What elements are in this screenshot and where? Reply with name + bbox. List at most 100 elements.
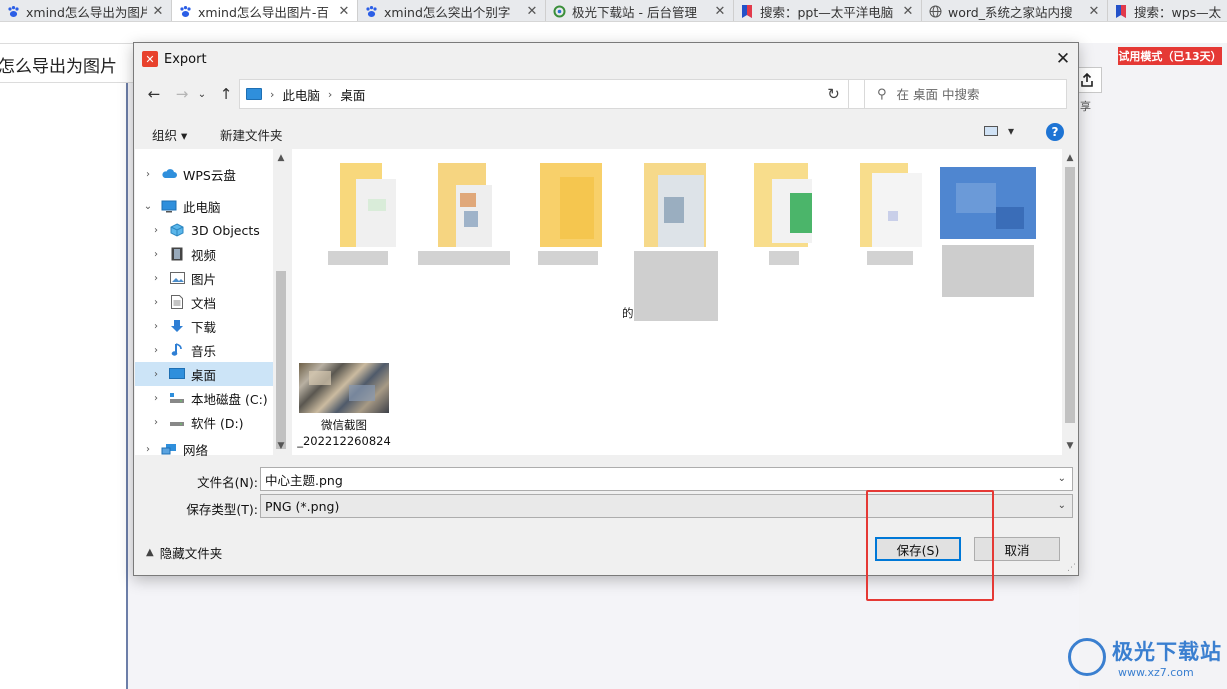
network-icon <box>161 442 177 456</box>
drive-d-icon <box>169 415 185 429</box>
tab-close-icon[interactable]: ✕ <box>1087 4 1101 19</box>
tab-close-icon[interactable]: ✕ <box>713 4 727 19</box>
chevron-right-icon[interactable]: › <box>149 273 163 284</box>
nav-scrollbar[interactable]: ▲ ▼ <box>273 149 289 455</box>
image-thumbnail <box>940 163 1036 247</box>
file-item[interactable]: 的 <box>622 163 724 321</box>
search-input[interactable] <box>896 86 1047 102</box>
refresh-button[interactable]: ↻ <box>819 79 849 109</box>
filetype-value: PNG (*.png) <box>265 498 340 514</box>
file-item[interactable] <box>736 163 832 265</box>
chevron-right-icon[interactable]: › <box>149 369 163 380</box>
nav-item-network[interactable]: › 网络 <box>135 442 273 457</box>
nav-item-3d-objects[interactable]: › 3D Objects <box>135 218 273 242</box>
browser-tab-6[interactable]: word_系统之家站内搜 ✕ <box>922 0 1108 21</box>
chevron-right-icon[interactable]: › <box>149 297 163 308</box>
hide-folders-label: 隐藏文件夹 <box>159 546 223 561</box>
arrow-left-icon: ← <box>147 85 161 103</box>
chevron-right-icon[interactable]: › <box>149 417 163 428</box>
nav-item-label: 此电脑 <box>183 199 221 215</box>
file-item[interactable] <box>416 163 512 265</box>
globe-icon <box>928 4 942 18</box>
browser-tab-1[interactable]: xmind怎么导出为图片_ ✕ <box>0 0 172 21</box>
nav-item-this-pc[interactable]: ⌄ 此电脑 <box>135 194 273 218</box>
chevron-right-icon[interactable]: › <box>149 393 163 404</box>
chevron-down-icon[interactable]: ⌄ <box>1058 473 1066 484</box>
view-options-button[interactable]: ▾ <box>984 124 1014 138</box>
file-item[interactable] <box>310 163 406 265</box>
video-icon <box>169 247 185 261</box>
file-item[interactable] <box>520 163 616 265</box>
recent-locations-button[interactable]: ⌄ <box>196 83 208 105</box>
annotation-highlight-box <box>866 490 994 601</box>
chevron-down-icon[interactable]: ⌄ <box>1058 500 1066 511</box>
resize-grip-icon[interactable]: ⋰ <box>1067 563 1076 573</box>
scrollbar-thumb[interactable] <box>1065 167 1075 423</box>
scroll-down-icon[interactable]: ▼ <box>273 441 289 451</box>
chevron-right-icon[interactable]: › <box>149 321 163 332</box>
nav-item-pictures[interactable]: › 图片 <box>135 266 273 290</box>
file-scrollbar[interactable]: ▲ ▼ <box>1062 149 1078 455</box>
dialog-title: Export <box>164 51 207 67</box>
tab-close-icon[interactable]: ✕ <box>337 4 351 19</box>
dialog-close-button[interactable]: ✕ <box>1053 49 1073 69</box>
browser-tab-4[interactable]: 极光下载站 - 后台管理 ✕ <box>546 0 734 21</box>
background-right-panel <box>1079 43 1227 689</box>
file-item-screenshot[interactable]: 微信截图 _202212260824 <box>296 363 392 449</box>
file-item[interactable] <box>936 163 1040 297</box>
nav-item-desktop[interactable]: › 桌面 <box>135 362 273 386</box>
nav-item-downloads[interactable]: › 下载 <box>135 314 273 338</box>
browser-tab-7[interactable]: 搜索：wps—太 <box>1108 0 1227 21</box>
nav-item-documents[interactable]: › 文档 <box>135 290 273 314</box>
nav-item-videos[interactable]: › 视频 <box>135 242 273 266</box>
tab-label: 搜索：ppt—太平洋电脑 <box>760 4 894 20</box>
chevron-right-icon[interactable]: › <box>149 249 163 260</box>
drive-c-icon <box>169 391 185 405</box>
baidu-paw-icon <box>178 4 192 18</box>
tab-label: xmind怎么导出为图片_ <box>26 4 147 20</box>
filename-field[interactable]: 中心主题.png ⌄ <box>260 467 1073 491</box>
tab-close-icon[interactable]: ✕ <box>525 4 539 19</box>
nav-item-label: 桌面 <box>191 367 217 383</box>
nav-item-wps-cloud[interactable]: › WPS云盘 <box>135 162 273 186</box>
tab-label: xmind怎么导出图片-百 <box>198 4 329 20</box>
file-item[interactable] <box>842 163 938 265</box>
nav-item-music[interactable]: › 音乐 <box>135 338 273 362</box>
scrollbar-thumb[interactable] <box>276 271 286 449</box>
computer-icon <box>246 88 262 100</box>
scroll-down-icon[interactable]: ▼ <box>1062 441 1078 451</box>
file-label-redacted <box>867 251 913 265</box>
file-label-line1: 微信截图 <box>321 418 367 432</box>
new-folder-button[interactable]: 新建文件夹 <box>220 125 283 144</box>
chevron-right-icon[interactable]: › <box>141 444 155 455</box>
chevron-right-icon[interactable]: › <box>149 225 163 236</box>
organize-menu[interactable]: 组织 ▾ <box>152 125 187 144</box>
chevron-right-icon[interactable]: › <box>149 345 163 356</box>
scroll-up-icon[interactable]: ▲ <box>1062 153 1078 163</box>
chevron-right-icon[interactable]: › <box>141 169 155 180</box>
browser-tab-5[interactable]: 搜索：ppt—太平洋电脑 ✕ <box>734 0 922 21</box>
scroll-up-icon[interactable]: ▲ <box>273 153 289 163</box>
background-page-title: 怎么导出为图片 <box>0 57 117 77</box>
search-box[interactable]: ⚲ <box>864 79 1067 109</box>
breadcrumb-this-pc[interactable]: 此电脑 <box>282 85 320 104</box>
breadcrumb-desktop[interactable]: 桌面 <box>340 85 365 104</box>
view-icon <box>984 126 998 136</box>
picture-icon <box>169 271 185 285</box>
back-button[interactable]: ← <box>144 83 164 105</box>
tab-close-icon[interactable]: ✕ <box>151 4 165 19</box>
help-button[interactable]: ? <box>1046 123 1064 141</box>
chevron-down-icon[interactable]: ⌄ <box>141 201 155 212</box>
tab-close-icon[interactable]: ✕ <box>901 4 915 19</box>
nav-item-drive-c[interactable]: › 本地磁盘 (C:) <box>135 386 273 410</box>
up-button[interactable]: ↑ <box>216 83 236 105</box>
browser-tab-2[interactable]: xmind怎么导出图片-百 ✕ <box>172 0 358 21</box>
folder-icon <box>638 163 714 247</box>
hide-folders-toggle[interactable]: ▲ 隐藏文件夹 <box>146 543 222 562</box>
forward-button[interactable]: → <box>172 83 192 105</box>
nav-item-drive-d[interactable]: › 软件 (D:) <box>135 410 273 434</box>
watermark: 极光下载站 www.xz7.com <box>1068 632 1223 684</box>
trial-mode-badge[interactable]: 试用模式（已13天） <box>1118 47 1222 65</box>
file-label-redacted <box>634 251 718 321</box>
browser-tab-3[interactable]: xmind怎么突出个别字 ✕ <box>358 0 546 21</box>
